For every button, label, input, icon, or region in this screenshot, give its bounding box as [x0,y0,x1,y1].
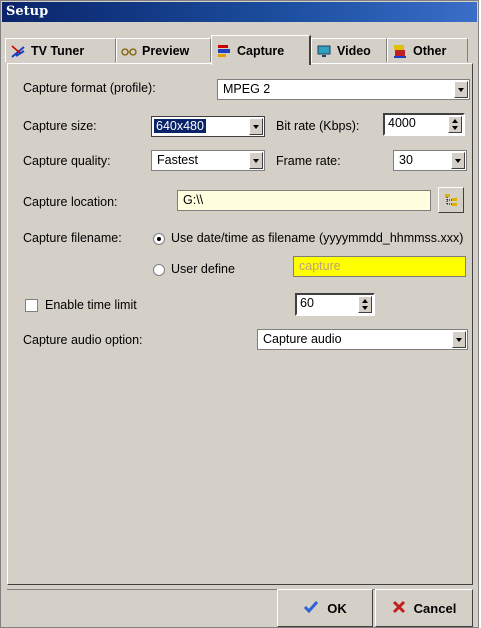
tab-label: Preview [142,43,190,58]
tab-video[interactable]: Video [311,38,387,62]
capture-audio-select[interactable]: Capture audio [257,329,468,350]
bitrate-label: Bit rate (Kbps): [276,119,360,133]
radio-user-define-label: User define [171,262,235,276]
checkmark-icon [303,600,319,617]
tab-label: Capture [237,43,285,58]
capture-location-field[interactable]: G:\\ [177,190,431,211]
time-limit-value: 60 [300,296,314,310]
window-title: Setup [6,4,49,19]
enable-time-limit-label: Enable time limit [45,298,137,312]
spinner-arrows-icon[interactable] [448,116,462,133]
tab-strip: TV Tuner Preview Capture Video Other [5,35,475,65]
chevron-down-icon[interactable] [249,152,263,169]
radio-user-define[interactable] [153,264,165,276]
capture-filename-label: Capture filename: [23,231,122,245]
tab-preview[interactable]: Preview [116,38,211,62]
bitrate-value: 4000 [388,116,416,130]
capture-size-select[interactable]: 640x480 [151,116,265,137]
capture-quality-select[interactable]: Fastest [151,150,265,171]
browse-folder-button[interactable] [438,187,464,213]
spinner-arrows-icon[interactable] [358,296,372,313]
glasses-icon [121,43,137,59]
capture-audio-label: Capture audio option: [23,333,143,347]
tab-tv-tuner[interactable]: TV Tuner [5,38,116,62]
capture-quality-label: Capture quality: [23,154,111,168]
capture-audio-value: Capture audio [263,332,342,346]
ok-label: OK [327,600,347,616]
time-limit-spinner[interactable]: 60 [295,293,375,316]
framerate-value: 30 [399,153,413,167]
capture-icon [216,43,232,59]
capture-format-select[interactable]: MPEG 2 [217,79,470,100]
cancel-label: Cancel [413,600,457,616]
setup-window: Setup TV Tuner Preview Capture Video Oth… [0,0,479,628]
tab-label: Other [413,43,447,58]
monitor-icon [316,43,332,59]
capture-format-label: Capture format (profile): [23,81,156,95]
radio-date-filename-label: Use date/time as filename (yyyymmdd_hhmm… [171,231,464,245]
framerate-select[interactable]: 30 [393,150,467,171]
cancel-button[interactable]: Cancel [375,589,473,627]
folder-tree-icon [444,193,458,210]
tab-capture[interactable]: Capture [211,35,311,65]
chevron-down-icon[interactable] [454,81,468,98]
antenna-icon [10,43,26,59]
tab-label: TV Tuner [31,43,85,58]
capture-quality-value: Fastest [157,153,198,167]
enable-time-limit-checkbox[interactable] [25,299,38,312]
capture-format-value: MPEG 2 [223,82,271,96]
chevron-down-icon[interactable] [249,118,263,135]
radio-date-filename[interactable] [153,233,165,245]
title-bar[interactable]: Setup [2,2,477,22]
capture-panel [7,63,473,585]
ok-button[interactable]: OK [277,589,373,627]
capture-location-label: Capture location: [23,195,118,209]
user-filename-field[interactable]: capture [293,256,466,277]
tab-label: Video [337,43,371,58]
chevron-down-icon[interactable] [452,331,466,348]
framerate-label: Frame rate: [276,154,341,168]
capture-size-label: Capture size: [23,119,97,133]
close-icon [392,600,406,617]
tab-other[interactable]: Other [387,38,468,62]
capture-size-value: 640x480 [154,119,206,133]
chevron-down-icon[interactable] [451,152,465,169]
bitrate-spinner[interactable]: 4000 [383,113,465,136]
other-icon [392,43,408,59]
